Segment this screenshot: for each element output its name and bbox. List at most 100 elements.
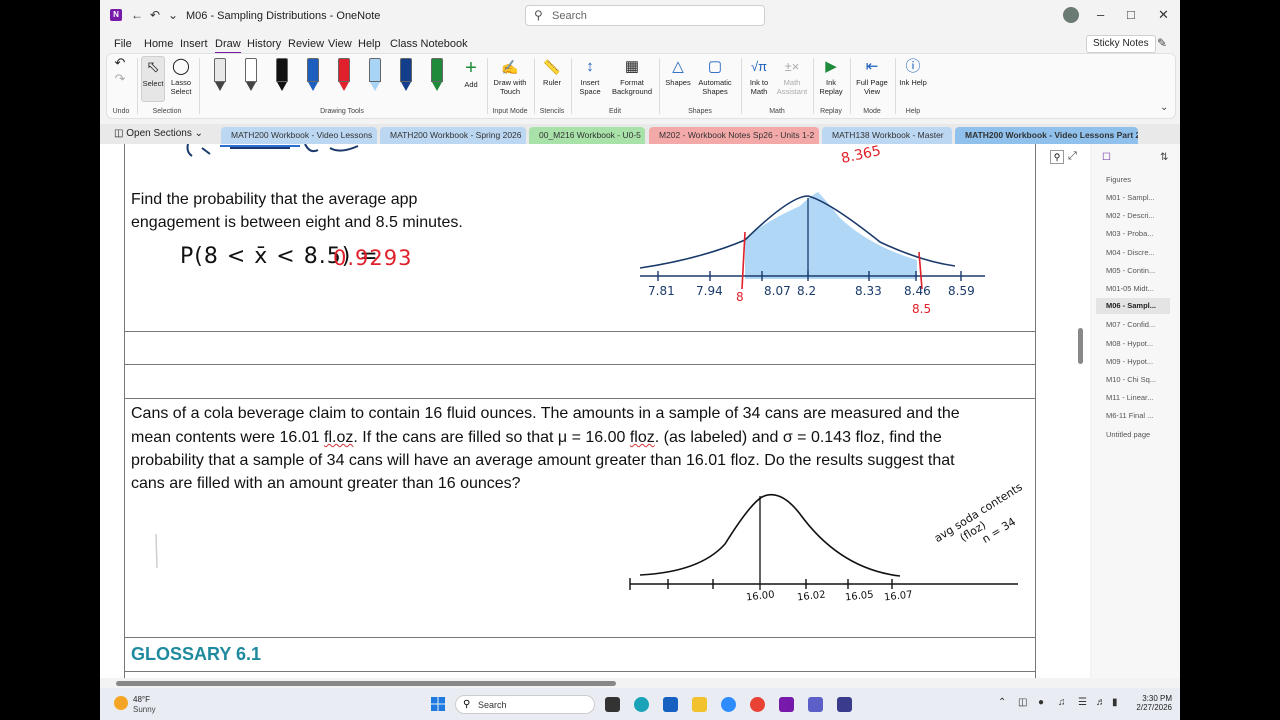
section-tab-video-lessons[interactable]: MATH200 Workbook - Video Lessons [221, 127, 377, 144]
ink-help-button[interactable]: ⓘ Ink Help [899, 56, 927, 87]
undo-title-icon[interactable]: ↶ [148, 8, 162, 22]
undo-icon[interactable]: ↶ [113, 56, 127, 69]
page-list-item[interactable]: M04 - Discre... [1106, 248, 1155, 257]
zoom-search-icon[interactable]: ⚲ [1050, 150, 1064, 164]
weather-desc: Sunny [133, 705, 156, 714]
section-tab-m202[interactable]: M202 - Workbook Notes Sp26 - Units 1-2 [649, 127, 819, 144]
weather-sun-icon[interactable] [114, 696, 128, 710]
pen-0[interactable] [213, 58, 227, 92]
ink-to-math-button[interactable]: √π Ink to Math [745, 56, 773, 96]
pen-3[interactable] [306, 58, 320, 92]
menu-help[interactable]: Help [358, 38, 381, 50]
menu-draw[interactable]: Draw [215, 38, 241, 54]
section-tab-math138[interactable]: MATH138 Workbook - Master [822, 127, 952, 144]
volume-tray-icon[interactable]: ♫ [1058, 697, 1066, 708]
pen-1[interactable] [244, 58, 258, 92]
ink-replay-button[interactable]: ▶ Ink Replay [817, 56, 845, 96]
sticky-notes-button[interactable]: Sticky Notes [1086, 35, 1156, 53]
page-list-item[interactable]: M08 - Hypot... [1106, 339, 1153, 348]
page-list-item[interactable]: M02 - Descri... [1106, 211, 1155, 220]
maximize-icon[interactable]: □ [1127, 7, 1135, 22]
pen-tip [339, 82, 349, 91]
open-sections-button[interactable]: ◫ Open Sections ⌄ [114, 128, 203, 139]
task-view-icon[interactable] [605, 697, 620, 712]
format-background-button[interactable]: ▦ Format Background [609, 56, 655, 96]
hscroll-thumb[interactable] [116, 681, 616, 686]
weather-temp: 48°F [133, 695, 150, 704]
minimize-icon[interactable]: – [1097, 7, 1104, 22]
search-placeholder: Search [552, 10, 587, 22]
add-pen-button[interactable]: + Add [459, 56, 483, 89]
back-icon[interactable]: ← [130, 8, 144, 22]
page-list-item[interactable]: M09 - Hypot... [1106, 357, 1153, 366]
battery-icon[interactable]: ▮ [1112, 697, 1118, 708]
wifi-icon[interactable]: ☰ [1078, 697, 1087, 708]
dropdown-icon[interactable]: ⌄ [166, 8, 180, 22]
file-explorer-icon[interactable] [692, 697, 707, 712]
section-tab-video-lessons-part2[interactable]: MATH200 Workbook - Video Lessons Part 2 [955, 127, 1138, 144]
outlook-icon[interactable] [663, 697, 678, 712]
pen-2[interactable] [275, 58, 289, 92]
edge-icon[interactable] [634, 697, 649, 712]
pen-7[interactable] [430, 58, 444, 92]
pen-5[interactable] [368, 58, 382, 92]
expand-icon[interactable]: ⤢ [1068, 150, 1077, 163]
collapse-ribbon-icon[interactable]: ⌄ [1160, 102, 1168, 113]
menu-home[interactable]: Home [144, 38, 173, 50]
menu-review[interactable]: Review [288, 38, 324, 50]
section-tab-spring-2026[interactable]: MATH200 Workbook - Spring 2026 [380, 127, 526, 144]
shapes-button[interactable]: △ Shapes [663, 56, 693, 87]
draw-with-touch-button[interactable]: ✍ Draw with Touch [491, 56, 529, 96]
select-button[interactable]: ⬁ Select [141, 56, 165, 102]
close-icon[interactable]: ✕ [1158, 7, 1169, 23]
math-assistant-button[interactable]: ±× Math Assistant [775, 56, 809, 96]
page-list-item[interactable]: M05 - Contin... [1106, 266, 1155, 275]
add-page-icon[interactable]: ☐ [1102, 152, 1111, 163]
section-tab-m216[interactable]: 00_M216 Workbook - U0-5 [529, 127, 645, 144]
microphone-icon[interactable]: ● [1038, 697, 1044, 708]
scroll-thumb[interactable] [1078, 328, 1083, 364]
full-page-view-button[interactable]: ⇤ Full Page View [853, 56, 891, 96]
automatic-shapes-button[interactable]: ▢ Automatic Shapes [695, 56, 735, 96]
pen-settings-icon[interactable]: ✎ [1157, 36, 1167, 50]
menu-history[interactable]: History [247, 38, 281, 50]
page-list-item[interactable]: M10 - Chi Sq... [1106, 375, 1156, 384]
page-list-item[interactable]: M11 - Linear... [1106, 393, 1153, 402]
page-list-item[interactable]: Untitled page [1106, 430, 1150, 439]
page-list-item[interactable]: M01 - Sampl... [1106, 193, 1155, 202]
zoom-icon[interactable] [721, 697, 736, 712]
chrome-icon[interactable] [750, 697, 765, 712]
taskbar-search[interactable]: Search ⚲ [455, 695, 595, 714]
redo-icon[interactable]: ↷ [113, 72, 127, 85]
horizontal-scrollbar[interactable] [106, 678, 1076, 688]
page-canvas[interactable]: Find the probability that the average ap… [100, 144, 1090, 678]
speaker-icon[interactable]: ♬ [1096, 697, 1106, 708]
windows-start-icon[interactable] [431, 697, 445, 711]
title-search-box[interactable]: ⚲ Search [525, 5, 765, 26]
teams-icon[interactable] [808, 697, 823, 712]
tray-icon[interactable]: ◫ [1018, 697, 1027, 708]
page-list-item[interactable]: M01-05 Midt... [1106, 284, 1154, 293]
menu-insert[interactable]: Insert [180, 38, 208, 50]
page-list-item[interactable]: M03 - Proba... [1106, 229, 1154, 238]
lasso-select-button[interactable]: ◯ Lasso Select [169, 56, 193, 96]
sort-pages-icon[interactable]: ⇅ [1160, 152, 1168, 163]
avatar[interactable] [1063, 7, 1079, 23]
tray-chevron-icon[interactable]: ⌃ [998, 697, 1006, 708]
ruler-button[interactable]: 📏 Ruler [539, 56, 565, 87]
menu-class-notebook[interactable]: Class Notebook [390, 38, 468, 50]
pen-4[interactable] [337, 58, 351, 92]
page-list-item[interactable]: M6-11 Final ... [1106, 411, 1153, 420]
insert-space-button[interactable]: ↕ Insert Space [575, 56, 605, 96]
onenote-taskbar-icon[interactable] [779, 697, 794, 712]
shaded-region [745, 192, 917, 279]
axis-1-tick-label: 8.59 [948, 284, 975, 298]
page-list-item[interactable]: M07 - Confid... [1106, 320, 1155, 329]
vertical-scrollbar[interactable] [1075, 172, 1085, 677]
page-list-item[interactable]: M06 - Sampl... [1096, 298, 1170, 315]
app-icon[interactable] [837, 697, 852, 712]
pen-6[interactable] [399, 58, 413, 92]
menu-view[interactable]: View [328, 38, 352, 50]
clock[interactable]: 3:30 PM 2/27/2026 [1128, 694, 1172, 712]
menu-file[interactable]: File [114, 38, 132, 50]
